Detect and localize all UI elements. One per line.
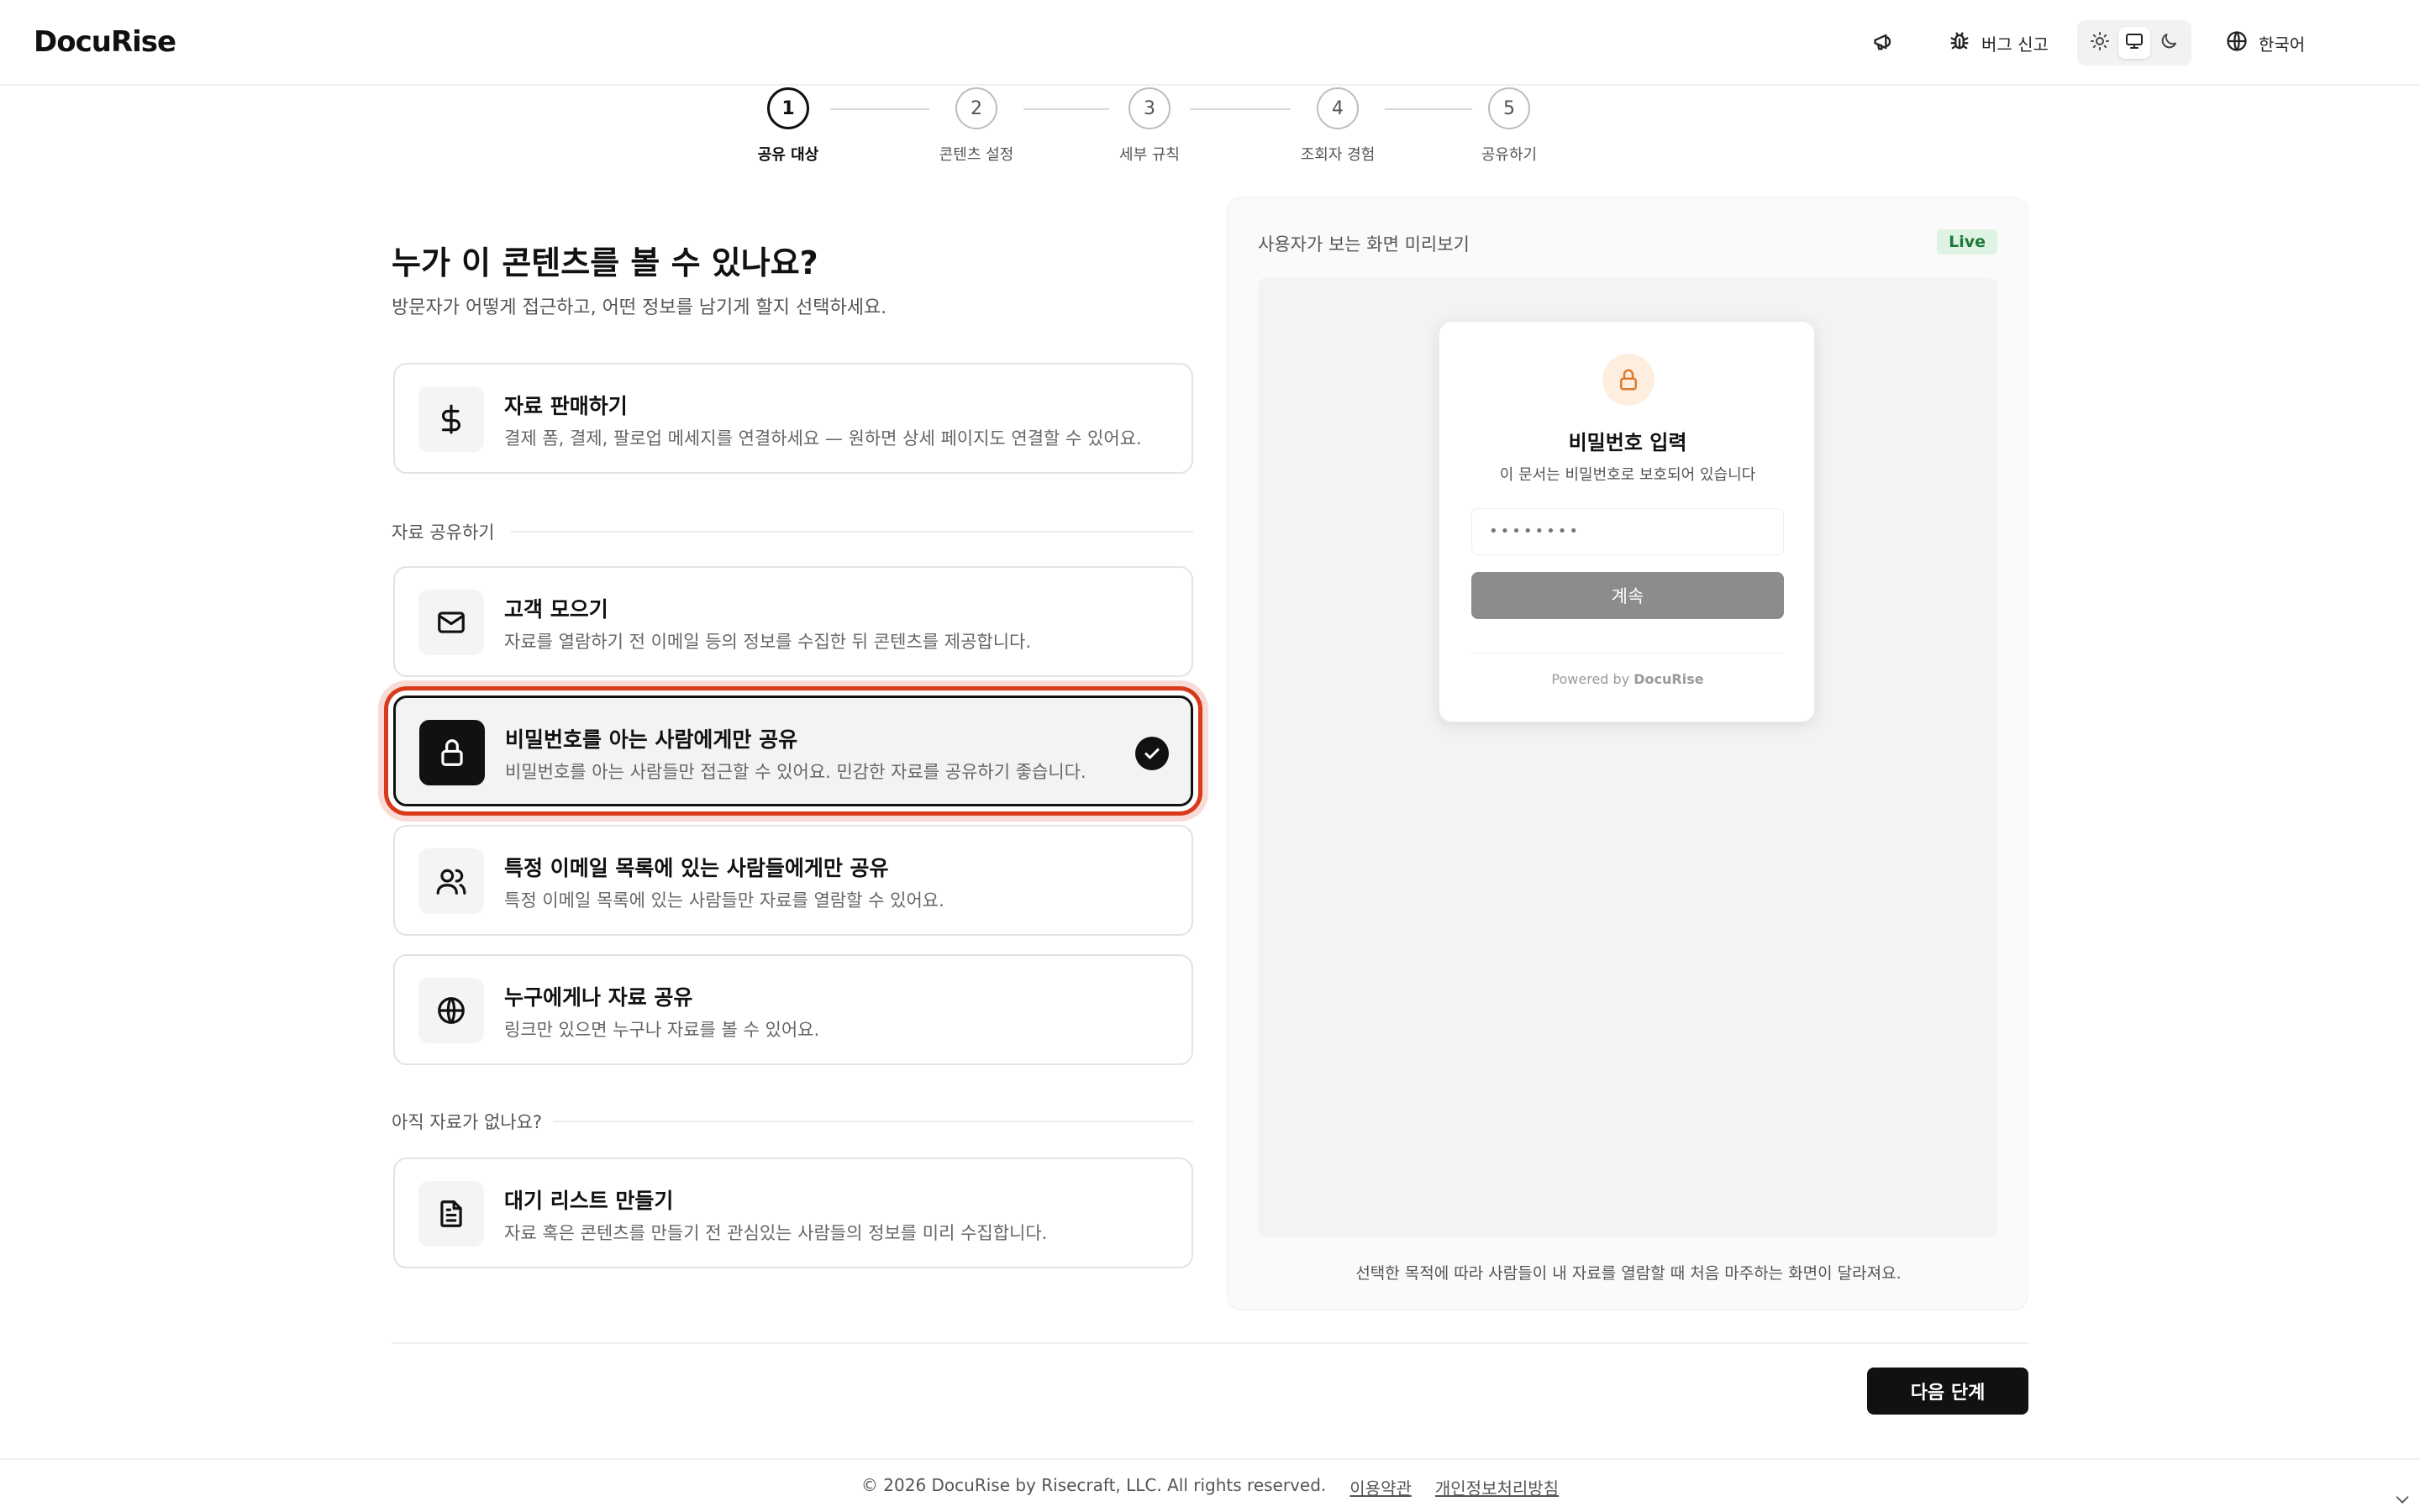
preview-card-divider [1471,653,1784,654]
page-title: 누가 이 콘텐츠를 볼 수 있나요? [392,244,818,281]
option-title: 특정 이메일 목록에 있는 사람들에게만 공유 [504,856,889,880]
language-label: 한국어 [2259,34,2306,55]
light-theme-button[interactable] [2084,27,2116,59]
sun-icon [2090,31,2110,55]
step-number: 3 [1128,87,1171,129]
step-number: 4 [1317,87,1359,129]
option-description: 자료 혹은 콘텐츠를 만들기 전 관심있는 사람들의 정보를 미리 수집합니다. [504,1223,1048,1243]
option-description: 비밀번호를 아는 사람들만 접근할 수 있어요. 민감한 자료를 공유하기 좋습… [505,762,1086,782]
option-sell[interactable]: 자료 판매하기 결제 폼, 결제, 팔로업 메세지를 연결하세요 — 원하면 상… [393,363,1193,474]
option-waitlist[interactable]: 대기 리스트 만들기 자료 혹은 콘텐츠를 만들기 전 관심있는 사람들의 정보… [393,1158,1193,1268]
step-label: 콘텐츠 설정 [939,146,1014,164]
step-label: 조회자 경험 [1300,146,1376,164]
megaphone-icon [1872,29,1896,57]
option-title: 자료 판매하기 [504,394,628,418]
option-description: 결제 폼, 결제, 팔로업 메세지를 연결하세요 — 원하면 상세 페이지도 연… [504,428,1142,449]
option-description: 자료를 열람하기 전 이메일 등의 정보를 수집한 뒤 콘텐츠를 제공합니다. [504,632,1032,652]
step-number: 5 [1488,87,1530,129]
globe-icon [2225,29,2249,57]
privacy-link[interactable]: 개인정보처리방침 [1435,1475,1559,1499]
step-3[interactable]: 3 세부 규칙 [1082,87,1217,165]
password-preview-card: 비밀번호 입력 이 문서는 비밀번호로 보호되어 있습니다 •••••••• 계… [1439,321,1815,722]
live-badge: Live [1937,229,1997,255]
step-number: 1 [767,87,809,129]
dollar-icon [418,386,484,452]
option-title: 비밀번호를 아는 사람에게만 공유 [505,727,798,752]
bottom-divider [392,1342,2028,1344]
chevron-down-icon[interactable] [2393,1490,2412,1509]
theme-switcher [2077,20,2191,66]
step-label: 세부 규칙 [1119,146,1180,164]
terms-link[interactable]: 이용약관 [1349,1475,1412,1499]
option-title: 대기 리스트 만들기 [504,1189,674,1213]
section-label-share: 자료 공유하기 [392,522,495,543]
option-email-list[interactable]: 특정 이메일 목록에 있는 사람들에게만 공유 특정 이메일 목록에 있는 사람… [393,825,1193,936]
dark-theme-button[interactable] [2153,27,2185,59]
option-title: 고객 모으기 [504,597,608,622]
globe-icon [418,978,484,1043]
users-icon [418,848,484,914]
preview-card-title: 비밀번호 입력 [1568,431,1687,454]
preview-card-subtitle: 이 문서는 비밀번호로 보호되어 있습니다 [1499,466,1756,484]
option-description: 특정 이메일 목록에 있는 사람들만 자료를 열람할 수 있어요. [504,890,944,911]
bug-report-button[interactable]: 버그 신고 [1948,22,2049,64]
option-password-protected[interactable]: 비밀번호를 아는 사람에게만 공유 비밀번호를 아는 사람들만 접근할 수 있어… [393,696,1193,806]
step-5[interactable]: 5 공유하기 [1442,87,1576,165]
announcement-button[interactable] [1872,22,1906,64]
powered-by: Powered by DocuRise [1439,671,1816,687]
option-title: 누구에게나 자료 공유 [504,985,693,1010]
check-icon [1135,737,1169,770]
section-divider [553,1121,1193,1122]
step-4[interactable]: 4 조회자 경험 [1270,87,1405,165]
bug-report-label: 버그 신고 [1981,34,2049,55]
next-step-button[interactable]: 다음 단계 [1867,1368,2028,1415]
logo[interactable]: DocuRise [34,25,176,59]
preview-footnote: 선택한 목적에 따라 사람들이 내 자료를 열람할 때 처음 마주하는 화면이 … [1355,1264,1902,1283]
top-header: DocuRise 버그 신고 한국어 [0,0,2420,86]
step-label: 공유하기 [1481,146,1538,164]
preview-continue-button: 계속 [1471,572,1784,619]
copyright-text: © 2026 DocuRise by Risecraft, LLC. All r… [860,1475,1327,1495]
lock-icon [419,720,485,785]
document-icon [418,1181,484,1247]
step-1[interactable]: 1 공유 대상 [721,87,855,165]
bug-icon [1948,29,1971,57]
section-label-no-content: 아직 자료가 없나요? [392,1112,543,1132]
powered-by-prefix: Powered by [1551,671,1630,687]
monitor-icon [2124,31,2144,55]
preview-password-field: •••••••• [1471,508,1784,555]
footer: © 2026 DocuRise by Risecraft, LLC. All r… [0,1458,2420,1512]
option-description: 링크만 있으면 누구나 자료를 볼 수 있어요. [504,1020,820,1040]
moon-icon [2159,31,2179,55]
option-public[interactable]: 누구에게나 자료 공유 링크만 있으면 누구나 자료를 볼 수 있어요. [393,954,1193,1065]
page-subtitle: 방문자가 어떻게 접근하고, 어떤 정보를 남기게 할지 선택하세요. [392,297,887,318]
lock-icon [1602,354,1655,406]
mail-icon [418,590,484,655]
step-number: 2 [955,87,997,129]
section-divider [511,531,1193,533]
option-collect-leads[interactable]: 고객 모으기 자료를 열람하기 전 이메일 등의 정보를 수집한 뒤 콘텐츠를 … [393,566,1193,677]
language-selector[interactable]: 한국어 [2225,22,2305,64]
preview-title: 사용자가 보는 화면 미리보기 [1258,234,1470,255]
powered-by-brand: DocuRise [1634,671,1704,687]
step-label: 공유 대상 [757,146,819,164]
system-theme-button[interactable] [2118,27,2150,59]
step-2[interactable]: 2 콘텐츠 설정 [909,87,1044,165]
